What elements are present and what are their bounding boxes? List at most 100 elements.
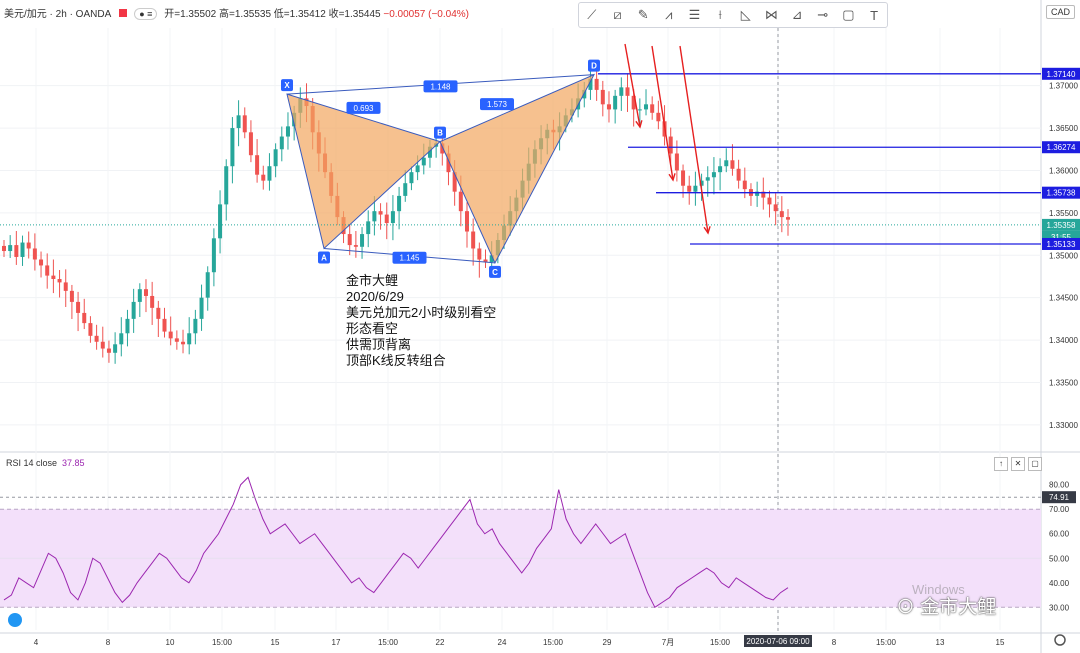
candle-body bbox=[255, 155, 260, 175]
rsi-marker-label: 74.91 bbox=[1049, 493, 1070, 502]
candle-body bbox=[156, 307, 161, 319]
time-tick-label: 15:00 bbox=[710, 638, 731, 647]
xabcd-icon[interactable]: ⋈ bbox=[760, 5, 782, 25]
candle-body bbox=[285, 126, 290, 137]
text-icon[interactable]: T bbox=[863, 5, 885, 25]
fib-icon[interactable]: ◺ bbox=[735, 5, 757, 25]
candle-body bbox=[458, 191, 463, 212]
status-icon: ● ≡ bbox=[134, 8, 158, 20]
watermark-text: 金市大鲤 bbox=[920, 597, 997, 618]
candle-body bbox=[687, 185, 692, 192]
note-line-6: 顶部K线反转组合 bbox=[346, 353, 446, 368]
candle-body bbox=[378, 211, 383, 215]
candle-body bbox=[619, 87, 624, 96]
candle-body bbox=[168, 331, 173, 339]
rsi-tick-label: 50.00 bbox=[1049, 554, 1070, 563]
pivot-label-B: B bbox=[437, 129, 443, 138]
ratio-label: 0.693 bbox=[353, 104, 374, 113]
time-tick-label: 4 bbox=[34, 638, 39, 647]
candle-body bbox=[730, 160, 735, 169]
price-tick-label: 1.36500 bbox=[1049, 124, 1078, 133]
vertical-line-icon[interactable]: ⟊ bbox=[709, 5, 731, 25]
time-tick-label: 29 bbox=[603, 638, 612, 647]
candle-body bbox=[69, 290, 74, 302]
high-value: 高=1.35535 bbox=[219, 9, 272, 20]
time-tick-label: 22 bbox=[436, 638, 445, 647]
rsi-tick-label: 80.00 bbox=[1049, 481, 1070, 490]
price-axis-tag-label: 1.36274 bbox=[1047, 143, 1076, 152]
move-up-button[interactable]: ↑ bbox=[994, 457, 1008, 471]
candle-body bbox=[681, 170, 686, 186]
price-chart[interactable]: 1.37000 1.36500 1.36000 1.35500 1.35000 1.345… bbox=[0, 0, 1080, 653]
candle-body bbox=[125, 318, 130, 334]
rsi-tick-label: 30.00 bbox=[1049, 603, 1070, 612]
rectangle-icon[interactable]: ▢ bbox=[837, 5, 859, 25]
time-tick-label: 24 bbox=[498, 638, 507, 647]
candle-body bbox=[230, 128, 235, 167]
maximize-pane-button[interactable]: ▢ bbox=[1028, 457, 1042, 471]
candle-body bbox=[711, 172, 716, 178]
candle-body bbox=[360, 234, 365, 247]
pattern-icon[interactable]: ⩘ bbox=[658, 5, 680, 25]
pivot-label-D: D bbox=[591, 62, 597, 71]
time-tick-label: 15 bbox=[271, 638, 280, 647]
rsi-tick-label: 40.00 bbox=[1049, 579, 1070, 588]
candle-body bbox=[773, 204, 778, 212]
candle-body bbox=[366, 221, 371, 235]
trend-line-icon[interactable]: ⟋ bbox=[581, 5, 603, 25]
candle-body bbox=[415, 165, 420, 173]
time-tick-label: 13 bbox=[936, 638, 945, 647]
price-tick-label: 1.33500 bbox=[1049, 378, 1078, 387]
candle-body bbox=[143, 289, 148, 296]
candle-body bbox=[236, 115, 241, 129]
candle-body bbox=[51, 275, 56, 280]
rsi-value: 37.85 bbox=[62, 458, 85, 468]
time-tick-label: 7月 bbox=[662, 638, 674, 647]
channel-icon[interactable]: ⧄ bbox=[606, 5, 628, 25]
pivot-label-A: A bbox=[321, 253, 327, 262]
candle-body bbox=[14, 245, 19, 257]
candle-body bbox=[248, 132, 253, 156]
candle-body bbox=[786, 217, 790, 220]
ratio-label: 1.148 bbox=[430, 82, 451, 91]
note-line-4: 形态看空 bbox=[346, 321, 399, 336]
candle-body bbox=[742, 180, 747, 190]
candle-body bbox=[767, 197, 772, 205]
tradingview-logo-icon bbox=[8, 613, 22, 627]
price-tick-label: 1.33000 bbox=[1049, 421, 1078, 430]
path-icon[interactable]: ⊿ bbox=[786, 5, 808, 25]
rsi-tick-label: 60.00 bbox=[1049, 530, 1070, 539]
open-value: 开=1.35502 bbox=[164, 9, 217, 20]
long-position-icon[interactable]: ☰ bbox=[683, 5, 705, 25]
horizontal-ray-icon[interactable]: ⊸ bbox=[812, 5, 834, 25]
candle-body bbox=[397, 195, 402, 212]
currency-label[interactable]: CAD bbox=[1046, 5, 1076, 19]
candle-body bbox=[45, 265, 50, 276]
drawing-toolbar: ⟋ ⧄ ✎ ⩘ ☰ ⟊ ◺ ⋈ ⊿ ⊸ ▢ T bbox=[578, 2, 888, 28]
candle-body bbox=[131, 301, 136, 319]
time-tick-label: 15:00 bbox=[543, 638, 564, 647]
price-tick-label: 1.34500 bbox=[1049, 294, 1078, 303]
symbol-title[interactable]: 美元/加元 · 2h · OANDA bbox=[4, 9, 111, 20]
time-tick-label: 10 bbox=[166, 638, 175, 647]
ratio-label: 1.573 bbox=[487, 100, 508, 109]
rsi-header[interactable]: RSI 14 close 37.85 bbox=[6, 458, 85, 468]
analysis-note: 金市大鲤 2020/6/29 美元兑加元2小时级别看空 形态看空 供需顶背离 顶… bbox=[346, 273, 496, 369]
candle-body bbox=[2, 245, 6, 252]
candle-body bbox=[193, 318, 198, 334]
candle-body bbox=[644, 104, 649, 110]
price-tick-label: 1.35500 bbox=[1049, 209, 1078, 218]
candle-body bbox=[353, 245, 358, 247]
time-tick-label: 15:00 bbox=[212, 638, 233, 647]
candle-body bbox=[600, 89, 605, 105]
candle-body bbox=[100, 341, 105, 349]
rsi-pane-buttons: ↑ ✕ ▢ bbox=[994, 457, 1042, 471]
wechat-watermark: ⊙ 金市大鲤 bbox=[896, 597, 997, 618]
candle-body bbox=[421, 157, 426, 166]
candle-body bbox=[347, 234, 352, 246]
close-pane-button[interactable]: ✕ bbox=[1011, 457, 1025, 471]
candle-body bbox=[724, 160, 729, 167]
brush-icon[interactable]: ✎ bbox=[632, 5, 654, 25]
candle-body bbox=[218, 204, 223, 239]
candle-body bbox=[674, 153, 679, 171]
